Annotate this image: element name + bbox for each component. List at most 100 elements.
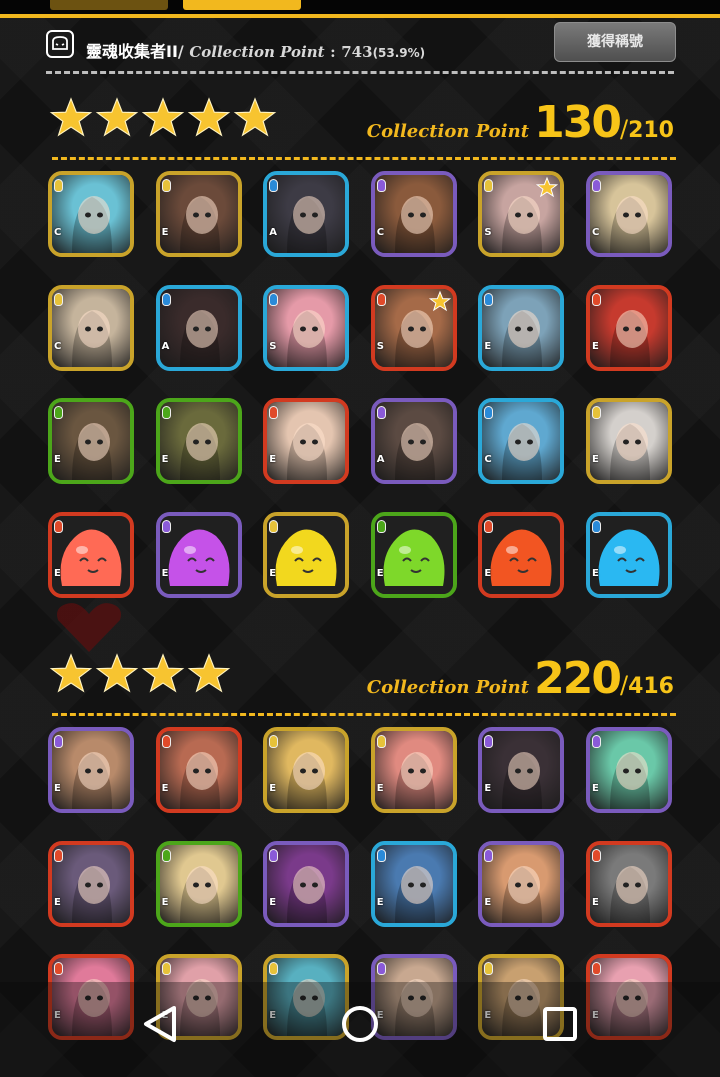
attribute-dark-icon <box>161 519 171 533</box>
character-card[interactable]: S <box>478 171 565 257</box>
attribute-light-icon <box>592 406 601 419</box>
character-card[interactable]: E <box>478 840 565 927</box>
card-portrait <box>482 844 561 923</box>
character-card[interactable]: E <box>48 398 134 484</box>
system-navigation-bar <box>0 982 720 1077</box>
attribute-dark-icon <box>592 735 601 748</box>
card-portrait <box>52 731 130 809</box>
character-card[interactable]: S <box>263 284 350 371</box>
character-card[interactable]: E <box>263 840 350 927</box>
character-card[interactable]: E <box>48 840 134 927</box>
attribute-dark-icon <box>592 179 601 192</box>
character-card[interactable]: C <box>370 171 457 257</box>
attribute-water-icon <box>376 848 386 862</box>
star-rating-5 <box>49 95 277 141</box>
character-card[interactable]: E <box>586 727 672 813</box>
attribute-light-icon <box>54 292 63 306</box>
character-card[interactable]: E <box>155 171 242 257</box>
character-card[interactable]: E <box>263 398 350 484</box>
attribute-water-icon <box>484 406 494 419</box>
character-card[interactable]: C <box>48 284 134 371</box>
section-cp-value: 130 <box>534 97 622 148</box>
title-slash: / <box>177 42 184 61</box>
character-card[interactable]: E <box>586 840 672 927</box>
attribute-dark-icon <box>269 848 279 862</box>
character-card[interactable]: E <box>586 284 672 371</box>
character-card[interactable]: E <box>48 727 134 813</box>
home-button[interactable] <box>330 994 390 1054</box>
slime-card[interactable]: E <box>155 511 242 598</box>
star-icon <box>49 653 93 693</box>
star-icon <box>95 653 139 693</box>
character-card[interactable]: C <box>586 171 672 257</box>
attribute-light-icon <box>269 962 279 975</box>
card-rank: E <box>269 454 277 465</box>
card-rank: S <box>269 340 277 352</box>
card-portrait <box>590 515 668 594</box>
card-rank: A <box>376 454 385 465</box>
attribute-earth-icon <box>161 406 171 419</box>
attribute-light-icon <box>54 179 63 192</box>
card-rank: E <box>484 567 492 579</box>
card-portrait <box>52 515 130 594</box>
character-card[interactable]: C <box>48 171 134 257</box>
character-card[interactable]: E <box>370 840 457 927</box>
character-card[interactable]: E <box>478 284 565 371</box>
card-rank: E <box>376 567 384 579</box>
slime-card[interactable]: E <box>370 511 457 598</box>
card-rank: E <box>161 896 169 908</box>
card-rank: E <box>161 454 169 465</box>
character-card[interactable]: A <box>370 398 457 484</box>
slime-card[interactable]: E <box>48 511 134 598</box>
tab-active[interactable] <box>183 0 301 10</box>
character-card[interactable]: E <box>155 727 242 813</box>
card-portrait <box>374 402 453 480</box>
attribute-light-icon <box>484 962 494 975</box>
back-button[interactable] <box>130 994 190 1054</box>
tab-left[interactable] <box>50 0 168 10</box>
attribute-dark-icon <box>484 848 494 862</box>
home-circle-icon <box>342 1006 378 1042</box>
get-title-button[interactable]: 獲得稱號 <box>554 22 676 62</box>
card-rank: E <box>269 567 277 579</box>
character-card[interactable]: A <box>263 171 350 257</box>
character-card[interactable]: E <box>155 840 242 927</box>
attribute-light-icon <box>484 179 494 192</box>
section-cp-total: 416 <box>628 674 674 699</box>
card-portrait <box>159 288 238 367</box>
character-card[interactable]: E <box>370 727 457 813</box>
favorite-star-icon <box>536 176 559 198</box>
section-cp-label: Collection Point <box>366 121 530 142</box>
card-rank: E <box>54 896 61 908</box>
slime-card[interactable]: E <box>263 511 350 598</box>
card-portrait <box>52 175 130 253</box>
character-card[interactable]: E <box>155 398 242 484</box>
recents-button[interactable] <box>530 994 590 1054</box>
card-rank: A <box>269 227 277 238</box>
character-card[interactable]: E <box>478 727 565 813</box>
card-rank: E <box>161 227 169 238</box>
slime-card[interactable]: E <box>478 511 565 598</box>
card-portrait <box>374 515 453 594</box>
slime-card[interactable]: E <box>586 511 672 598</box>
character-card[interactable]: S <box>370 284 457 371</box>
card-rank: E <box>269 896 277 908</box>
card-rank: E <box>54 567 61 579</box>
attribute-light-icon <box>269 519 279 533</box>
card-portrait <box>482 402 561 480</box>
character-card[interactable]: E <box>263 727 350 813</box>
card-rank: E <box>269 783 277 794</box>
top-tab-strip <box>0 0 720 18</box>
card-rank: E <box>592 454 599 465</box>
header-cp-colon: : <box>330 43 336 61</box>
character-card[interactable]: E <box>586 398 672 484</box>
card-rank: C <box>54 227 62 238</box>
character-card[interactable]: A <box>155 284 242 371</box>
character-card[interactable]: C <box>478 398 565 484</box>
attribute-fire-icon <box>592 848 601 862</box>
star-icon <box>141 97 185 137</box>
attribute-water-icon <box>592 519 601 533</box>
card-portrait <box>590 175 668 253</box>
ghost-icon <box>46 30 74 58</box>
section-divider <box>52 713 676 716</box>
